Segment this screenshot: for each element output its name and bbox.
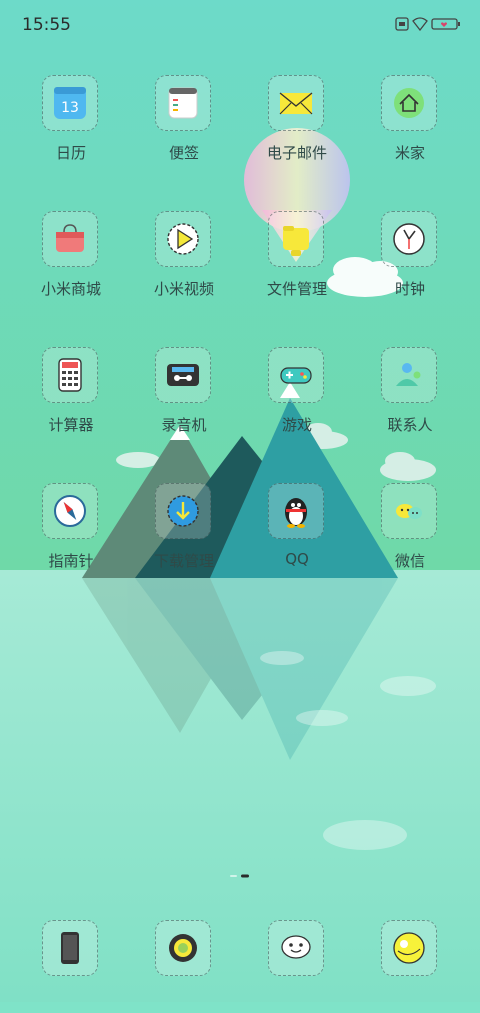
app-tile <box>268 347 324 403</box>
app-clock[interactable]: 时钟 <box>355 211 465 321</box>
browser-icon <box>393 932 425 964</box>
app-compass[interactable]: 指南针 <box>16 483 126 593</box>
dock-phone[interactable] <box>16 920 126 982</box>
app-file-manager[interactable]: 文件管理 <box>242 211 352 321</box>
app-label: 游戏 <box>281 416 312 434</box>
app-label: 微信 <box>394 552 425 570</box>
app-tile <box>381 347 437 403</box>
app-label: 录音机 <box>161 416 207 434</box>
app-label: 时钟 <box>394 280 425 298</box>
app-tile <box>381 75 437 131</box>
app-recorder[interactable]: 录音机 <box>129 347 239 457</box>
contacts-icon <box>396 363 421 386</box>
app-wechat[interactable]: 微信 <box>355 483 465 593</box>
wifi-icon <box>412 17 428 31</box>
app-email[interactable]: 电子邮件 <box>242 75 352 185</box>
email-icon <box>279 92 313 115</box>
dock-camera[interactable] <box>129 920 239 982</box>
sim-icon <box>395 17 409 31</box>
app-qq[interactable]: QQ <box>242 483 352 593</box>
calendar-date: 13 <box>61 100 79 116</box>
app-label: QQ <box>285 550 309 568</box>
app-mijia[interactable]: 米家 <box>355 75 465 185</box>
app-tile <box>42 483 98 539</box>
app-label: 小米视频 <box>153 280 214 298</box>
app-tile <box>42 920 98 976</box>
app-label: 日历 <box>55 144 86 162</box>
app-contacts[interactable]: 联系人 <box>355 347 465 457</box>
app-label: 联系人 <box>387 416 433 434</box>
app-notes[interactable]: 便签 <box>129 75 239 185</box>
app-tile <box>381 211 437 267</box>
status-time: 15:55 <box>22 15 71 35</box>
app-tile <box>42 347 98 403</box>
clock-icon <box>393 223 425 255</box>
download-icon <box>167 495 199 527</box>
battery-icon <box>431 18 460 30</box>
app-label: 便签 <box>168 144 199 162</box>
messages-icon <box>281 935 311 959</box>
app-tile <box>268 211 324 267</box>
page-dot-2 <box>241 874 249 878</box>
app-tile <box>155 211 211 267</box>
compass-icon <box>54 495 86 527</box>
folder-icon <box>283 226 309 256</box>
app-label: 小米商城 <box>40 280 101 298</box>
app-tile <box>381 920 437 976</box>
app-calendar[interactable]: 13 日历 <box>16 75 126 185</box>
app-label: 电子邮件 <box>266 144 327 162</box>
app-tile <box>155 75 211 131</box>
shopping-bag-icon <box>56 224 84 252</box>
app-tile: 13 <box>42 75 98 131</box>
app-games[interactable]: 游戏 <box>242 347 352 457</box>
app-label: 文件管理 <box>266 280 327 298</box>
wechat-icon <box>396 504 422 519</box>
phone-icon <box>61 932 79 964</box>
app-tile <box>42 211 98 267</box>
app-mi-store[interactable]: 小米商城 <box>16 211 126 321</box>
app-tile <box>155 483 211 539</box>
app-tile <box>268 920 324 976</box>
camera-icon <box>169 934 197 962</box>
status-bar: 15:55 <box>0 0 480 52</box>
dock-messages[interactable] <box>242 920 352 982</box>
app-label: 米家 <box>394 144 425 162</box>
play-icon <box>167 223 199 255</box>
home-icon <box>394 88 424 118</box>
gamepad-icon <box>280 367 312 384</box>
app-label: 计算器 <box>48 416 94 434</box>
calendar-icon: 13 <box>54 87 86 119</box>
app-label: 下载管理 <box>153 552 214 570</box>
notes-icon <box>168 87 198 119</box>
app-tile <box>268 483 324 539</box>
app-label: 指南针 <box>48 552 94 570</box>
navigation-bar <box>0 1002 480 1013</box>
page-dot-1 <box>230 875 237 877</box>
app-tile <box>155 920 211 976</box>
calculator-icon <box>58 358 82 392</box>
qq-penguin-icon <box>285 498 307 528</box>
app-tile <box>155 347 211 403</box>
app-calculator[interactable]: 计算器 <box>16 347 126 457</box>
app-mi-video[interactable]: 小米视频 <box>129 211 239 321</box>
app-tile <box>268 75 324 131</box>
app-download-manager[interactable]: 下载管理 <box>129 483 239 593</box>
app-tile <box>381 483 437 539</box>
page-indicator <box>230 874 249 878</box>
cassette-icon <box>167 364 199 386</box>
dock-browser[interactable] <box>355 920 465 982</box>
